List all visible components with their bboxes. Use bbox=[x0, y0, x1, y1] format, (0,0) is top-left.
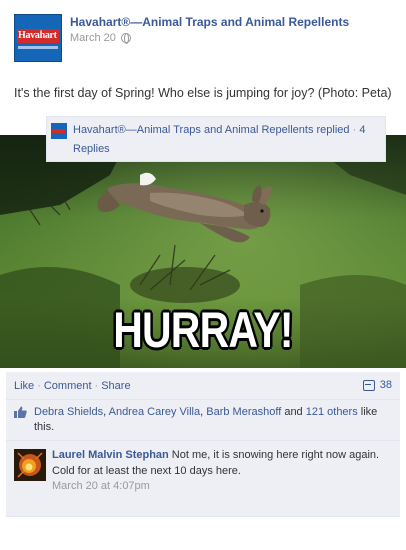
reply-separator: · bbox=[349, 124, 360, 136]
reply-summary: Havahart®—Animal Traps and Animal Repell… bbox=[73, 121, 373, 159]
post-meta: March 20 bbox=[70, 32, 131, 44]
comment-timestamp[interactable]: March 20 at 4:07pm bbox=[52, 479, 392, 494]
post-text: It's the first day of Spring! Who else i… bbox=[14, 86, 392, 100]
reply-page-link[interactable]: Havahart®—Animal Traps and Animal Repell… bbox=[73, 124, 350, 136]
separator-dot: · bbox=[94, 379, 99, 392]
comment-body: Laurel Malvin Stephan Not me, it is snow… bbox=[52, 447, 392, 479]
post-date[interactable]: March 20 bbox=[70, 32, 116, 44]
likes-others-link[interactable]: 121 others bbox=[306, 406, 358, 418]
comment-count-link[interactable]: 38 bbox=[362, 379, 392, 391]
comment-bubble-icon bbox=[362, 379, 375, 391]
comment-count: 38 bbox=[379, 379, 392, 391]
avatar-logo-text: Havahart bbox=[18, 30, 57, 41]
actions-row: Like · Comment · Share 38 bbox=[6, 372, 400, 400]
globe-icon bbox=[120, 33, 131, 44]
share-link[interactable]: Share bbox=[101, 380, 130, 392]
comment-author-link[interactable]: Laurel Malvin Stephan bbox=[52, 449, 169, 461]
likes-and-text: and bbox=[281, 406, 306, 418]
feedback-section: Like · Comment · Share 38 Debra Shields,… bbox=[6, 372, 400, 517]
liker-name[interactable]: Debra Shields bbox=[34, 406, 103, 418]
post-header: Havahart Havahart®—Animal Traps and Anim… bbox=[14, 14, 394, 64]
page-name-link[interactable]: Havahart®—Animal Traps and Animal Repell… bbox=[70, 15, 349, 29]
commenter-avatar[interactable] bbox=[14, 449, 46, 481]
avatar-logo-tagline bbox=[18, 46, 58, 49]
liker-name[interactable]: Barb Merashoff bbox=[206, 406, 281, 418]
reply-page-avatar bbox=[51, 123, 67, 139]
comment-link[interactable]: Comment bbox=[44, 380, 92, 392]
separator-dot: · bbox=[37, 379, 41, 392]
like-link[interactable]: Like bbox=[14, 380, 34, 392]
thumbs-up-icon bbox=[14, 406, 27, 418]
photo-caption: HURRAY! bbox=[113, 302, 293, 358]
page-avatar[interactable]: Havahart bbox=[14, 14, 62, 62]
comment-item: Laurel Malvin Stephan Not me, it is snow… bbox=[6, 441, 400, 517]
liker-name[interactable]: Andrea Carey Villa bbox=[109, 406, 201, 418]
post-photo[interactable]: HURRAY! bbox=[0, 135, 406, 368]
likes-summary: Debra Shields, Andrea Carey Villa, Barb … bbox=[6, 400, 400, 441]
replies-box[interactable]: Havahart®—Animal Traps and Animal Repell… bbox=[46, 116, 386, 162]
commenter-avatar-image bbox=[14, 449, 46, 481]
